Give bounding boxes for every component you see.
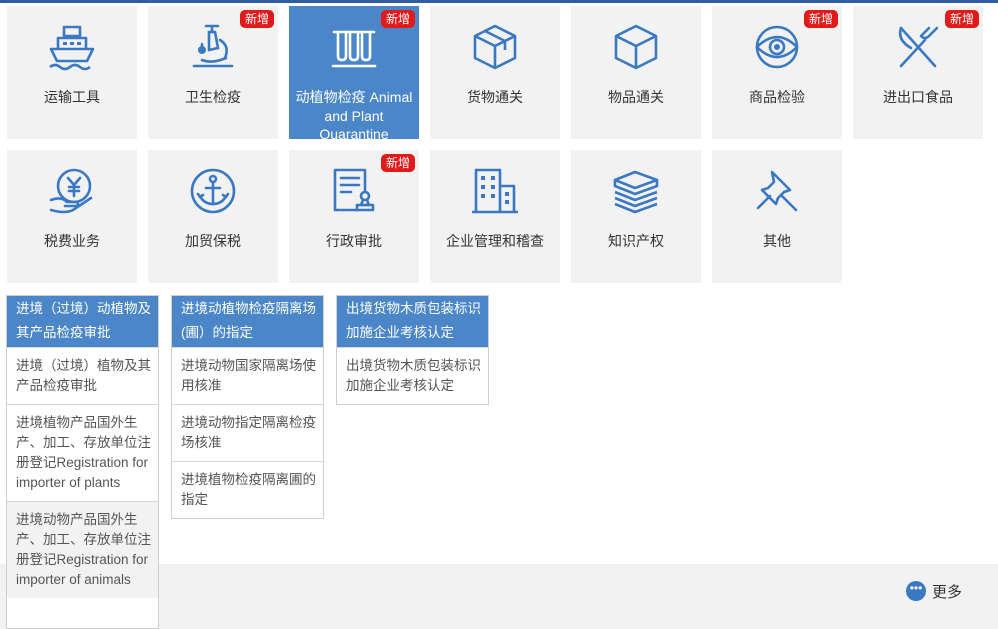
tile-label: 物品通关 — [608, 89, 664, 105]
submenu-column-quarantine-site: 进境动植物检疫隔离场(圃）的指定 进境动物国家隔离场使用核准 进境动物指定隔离检… — [171, 295, 324, 519]
anchor-icon — [190, 168, 236, 214]
tile-label: 进出口食品 — [883, 89, 953, 105]
tile-goods-clearance[interactable]: 货物通关 — [430, 6, 560, 139]
building-icon — [472, 168, 518, 214]
tile-label: 商品检验 — [749, 89, 805, 105]
tile-tax-business[interactable]: 税费业务 — [7, 150, 137, 283]
tile-label: 税费业务 — [44, 233, 100, 249]
tile-label: 货物通关 — [467, 89, 523, 105]
tile-administrative-approval[interactable]: 行政审批 新增 — [289, 150, 419, 283]
document-stamp-icon — [333, 168, 375, 212]
yen-hand-icon — [49, 168, 93, 214]
tile-label: 卫生检疫 — [185, 89, 241, 105]
tile-enterprise-management[interactable]: 企业管理和稽查 — [430, 150, 560, 283]
submenu-item[interactable]: 进境动物指定隔离检疫场核准 — [172, 404, 323, 461]
tile-label: 行政审批 — [326, 233, 382, 249]
cube-icon — [614, 24, 658, 70]
tile-label: 加贸保税 — [185, 233, 241, 249]
tile-label: 运输工具 — [44, 89, 100, 105]
tile-import-export-food[interactable]: 进出口食品 新增 — [853, 6, 983, 139]
microscope-icon — [192, 24, 234, 68]
tile-label: 其他 — [763, 233, 791, 249]
tile-articles-clearance[interactable]: 物品通关 — [571, 6, 701, 139]
tile-animal-plant-quarantine[interactable]: 动植物检疫 Animal and Plant Quarantine 新增 — [289, 6, 419, 142]
new-badge: 新增 — [944, 10, 979, 28]
tile-processing-trade-bonded[interactable]: 加贸保税 — [148, 150, 278, 283]
tile-label: 企业管理和稽查 — [446, 233, 544, 249]
eye-icon — [755, 25, 799, 69]
new-badge: 新增 — [380, 154, 415, 172]
tile-intellectual-property[interactable]: 知识产权 — [571, 150, 701, 283]
tile-health-quarantine[interactable]: 卫生检疫 新增 — [148, 6, 278, 139]
submenu-column-entry-approval: 进境（过境）动植物及其产品检疫审批 进境（过境）植物及其产品检疫审批 进境植物产… — [6, 295, 159, 629]
submenu-item[interactable]: 进境动物产品国外生产、加工、存放单位注册登记Registration for i… — [7, 501, 158, 598]
new-badge: 新增 — [803, 10, 838, 28]
submenu-header[interactable]: 进境动植物检疫隔离场(圃）的指定 — [172, 296, 323, 347]
tile-label: 动植物检疫 Animal and Plant Quarantine — [295, 89, 413, 142]
submenu-item[interactable]: 进境动物国家隔离场使用核准 — [172, 347, 323, 404]
submenu-column-wood-packaging: 出境货物木质包装标识加施企业考核认定 出境货物木质包装标识加施企业考核认定 — [336, 295, 489, 405]
tile-transport[interactable]: 运输工具 — [7, 6, 137, 139]
ship-icon — [49, 25, 95, 71]
pushpin-icon — [756, 170, 798, 212]
box-icon — [473, 24, 517, 70]
top-border — [0, 0, 998, 3]
test-tubes-icon — [331, 30, 377, 68]
books-icon — [613, 170, 659, 214]
more-label: 更多 — [932, 583, 963, 601]
tile-other[interactable]: 其他 — [712, 150, 842, 283]
tile-label: 知识产权 — [608, 233, 664, 249]
submenu-item[interactable]: 进境（过境）植物及其产品检疫审批 — [7, 347, 158, 404]
fork-knife-icon — [898, 26, 939, 68]
new-badge: 新增 — [380, 10, 415, 28]
submenu-header[interactable]: 出境货物木质包装标识加施企业考核认定 — [337, 296, 488, 347]
new-badge: 新增 — [239, 10, 274, 28]
tile-commodity-inspection[interactable]: 商品检验 新增 — [712, 6, 842, 139]
submenu-item[interactable]: 进境植物产品国外生产、加工、存放单位注册登记Registration for i… — [7, 404, 158, 501]
submenu-item[interactable]: 出境货物木质包装标识加施企业考核认定 — [337, 347, 488, 404]
more-link[interactable]: ••• 更多 — [906, 580, 962, 602]
submenu-header[interactable]: 进境（过境）动植物及其产品检疫审批 — [7, 296, 158, 347]
submenu-item[interactable]: 进境植物检疫隔离圃的指定 — [172, 461, 323, 518]
more-dots-icon: ••• — [906, 581, 926, 601]
